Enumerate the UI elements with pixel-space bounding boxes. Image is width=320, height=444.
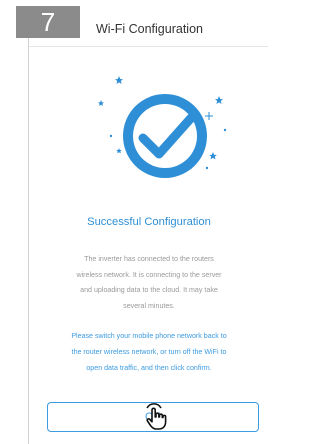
success-illustration xyxy=(98,76,227,178)
network-notice: Please switch your mobile phone network … xyxy=(35,328,263,376)
sparkle-dot xyxy=(223,128,227,132)
sparkle-dot xyxy=(205,166,209,170)
description-line: wireless network. It is connecting to th… xyxy=(76,270,222,279)
sparkle-icon xyxy=(205,112,213,120)
notice-line: the router wireless network, or turn off… xyxy=(71,348,227,356)
success-title: Successful Configuration xyxy=(87,216,211,228)
description-line: several minutes. xyxy=(123,301,175,310)
description-line: The inverter has connected to the router… xyxy=(84,255,214,263)
star-icon xyxy=(115,76,123,84)
page-title: Wi-Fi Configuration xyxy=(96,22,203,36)
sparkle-dot xyxy=(109,134,113,138)
pointing-hand-icon xyxy=(146,403,167,430)
description-line: and uploading data to the cloud. It may … xyxy=(80,286,218,294)
notice-line: open data traffic, and then click confir… xyxy=(86,364,212,372)
tap-arc xyxy=(146,403,162,409)
star-icon xyxy=(209,152,217,160)
hand-shape xyxy=(146,407,167,430)
star-icon xyxy=(215,96,223,104)
star-icon xyxy=(116,148,122,154)
phone-screen: Wi-Fi Configuration Successful Configura… xyxy=(28,14,268,444)
step-number-badge: 7 xyxy=(16,6,80,38)
status-description: The inverter has connected to the router… xyxy=(37,252,261,314)
notice-line: Please switch your mobile phone network … xyxy=(71,332,227,340)
star-icon xyxy=(98,100,104,106)
